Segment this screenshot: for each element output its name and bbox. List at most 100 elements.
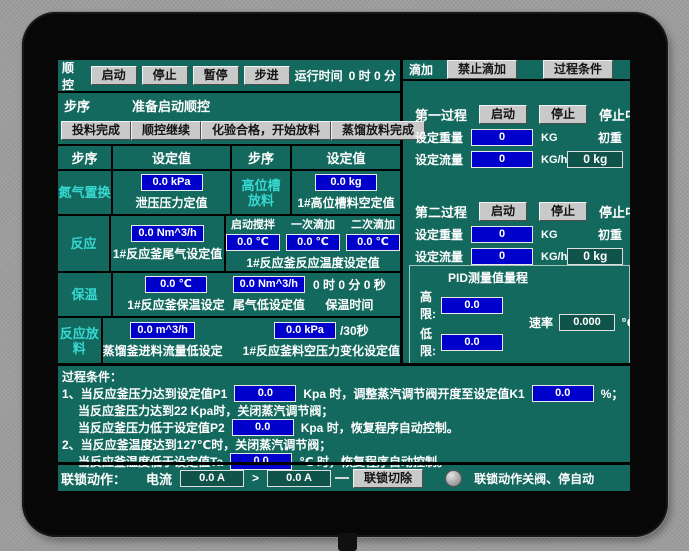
row-label-heat-hold: 保温 [58,273,113,317]
step-status-row: 步序 准备启动顺控 [58,93,400,117]
start-button[interactable]: 启动 [90,66,137,85]
process1-flow-label: 设定流量 [415,153,464,167]
process2-weight-field[interactable]: 0 [471,226,534,243]
process1-panel: 第一过程 启动 停止 停止中 设定重量 0 KG 初重 设定流量 0 K [403,105,630,168]
heat-hold-group: 0.0 ℃ 1#反应釜保温设定 0.0 Nm^3/h 尾气低设定值 0 时 0 … [113,276,400,313]
process1-weight-label: 设定重量 [415,131,464,145]
cell-relief-pressure: 0.0 kPa 泄压压力定值 [113,171,232,215]
process1-weight-field[interactable]: 0 [471,129,534,146]
cell-tail-gas: 0.0 Nm^3/h 1#反应釜尾气设定值 [111,216,226,272]
condition-line-1: 1、当反应釜压力达到设定值P1 0.0 Kpa 时，调整蒸汽调节阀开度至设定值K… [62,385,626,402]
step-button[interactable]: 步进 [243,66,290,85]
table-row: 保温 0.0 ℃ 1#反应釜保温设定 0.0 Nm^3/h 尾气低设定值 0 时… [58,273,400,319]
right-section: 滴加 禁止滴加 过程条件 第一过程 启动 停止 停止中 设定重量 0 KG [403,60,630,363]
second-drip-temp-field[interactable]: 0.0 ℃ [346,234,400,252]
head-tank-empty-setpoint-field[interactable]: 0.0 kg [315,174,377,192]
pid-range-panel: PID测量值量程 高限: 0.0 低限: 0.0 速率 0.000 ℃ [409,265,630,363]
relief-pressure-setpoint-field[interactable]: 0.0 kPa [140,174,203,192]
drip-label: 滴加 [409,63,434,77]
process1-initial-weight-display: 0 kg [567,151,624,168]
second-drip-group: 二次滴加 0.0 ℃ [346,216,400,252]
condition3-suffix: Kpa 时，恢复程序自动控制。 [300,421,459,435]
interlock-label: 联锁动作： [61,471,127,487]
forbid-drip-button[interactable]: 禁止滴加 [447,60,518,79]
interlock-cutout-button[interactable]: 联锁切除 [353,468,424,488]
process1-title-row: 第一过程 启动 停止 停止中 [403,105,630,124]
distill-feed-flow-caption: 蒸馏釜进料流量低设定 [102,344,223,359]
pid-low-label: 低限: [420,327,436,358]
hold-time-caption: 保温时间 [325,298,374,313]
process2-panel: 第二过程 启动 停止 停止中 设定重量 0 KG 初重 设定流量 0 K [403,202,630,265]
interlock-note: 联锁动作关阀、停自动 [474,471,595,486]
drip-control-bar: 滴加 禁止滴加 过程条件 [403,60,630,81]
pid-low-row: 低限: 0.0 [420,325,503,359]
condition-line-3: 当反应釜压力低于设定值P2 0.0 Kpa 时，恢复程序自动控制。 [62,419,626,436]
step-status-value: 准备启动顺控 [132,98,211,114]
empty-pressure-row: 0.0 kPa /30秒 [273,322,369,340]
first-drip-temp-field[interactable]: 0.0 ℃ [286,234,340,252]
reaction-temp-caption: 1#反应釜反应温度设定值 [246,256,380,271]
sequence-control-label: 顺控 [62,60,75,92]
monitor-overlay: 顺控 启动 停止 暂停 步进 运行时间 0 时 0 分 步序 准备启动顺控 投料… [22,12,668,537]
hold-time-group: 0 时 0 分 0 秒 保温时间 [313,276,386,313]
condition-line-2: 当反应釜压力达到22 Kpa时，关闭蒸汽调节阀； [78,404,334,418]
p1-pressure-setpoint-field[interactable]: 0.0 [234,385,297,402]
feed-done-button[interactable]: 投料完成 [61,121,132,140]
interlock-indicator-lamp [445,469,463,487]
test-ok-discharge-button[interactable]: 化验合格，开始放料 [201,121,332,140]
process1-flow-field[interactable]: 0 [471,151,534,168]
process1-weight-row: 设定重量 0 KG 初重 [403,129,630,146]
second-drip-label: 二次滴加 [351,219,395,232]
discharge-group: 0.0 m^3/h 蒸馏釜进料流量低设定 0.0 kPa /30秒 1#反应釜料… [103,322,400,359]
row-label-reaction: 反应 [58,216,112,272]
condition1-suffix: %； [600,387,624,401]
header-setvalue-2: 设定值 [326,151,366,166]
process1-weight-unit: KG [541,131,558,144]
step-setpoint-table: 步序 设定值 步序 设定值 氮气置换 0.0 kPa 泄压压力定值 高位槽 放料… [58,144,400,364]
process1-stop-button[interactable]: 停止 [539,105,588,124]
process1-initial-label: 初重 [597,131,622,145]
p2-pressure-setpoint-field[interactable]: 0.0 [231,419,294,436]
runtime-value: 0 时 0 分 [348,69,396,83]
header-step-2: 步序 [232,146,292,169]
hold-temp-setpoint-field[interactable]: 0.0 ℃ [144,276,207,294]
distill-feed-flow-low-field[interactable]: 0.0 m^3/h [130,322,195,340]
condition1-mid: Kpa 时，调整蒸汽调节阀开度至设定值K1 [303,387,525,401]
tail-gas-setpoint-field[interactable]: 0.0 Nm^3/h [131,225,204,243]
per-30s-suffix: /30秒 [339,324,369,339]
process1-title: 第一过程 [415,108,468,123]
process-conditions-button[interactable]: 过程条件 [543,60,614,79]
process2-stop-button[interactable]: 停止 [539,202,588,221]
process1-start-button[interactable]: 启动 [479,105,528,124]
connector-line [335,477,350,479]
pid-high-row: 高限: 0.0 [420,288,503,322]
current-limit-display: 0.0 A [267,469,332,487]
stop-button[interactable]: 停止 [141,66,188,85]
empty-pressure-change-field[interactable]: 0.0 kPa [273,322,336,340]
empty-pressure-change-caption: 1#反应釜料空压力变化设定值 [242,344,400,359]
pid-rate-display: 0.000 [559,314,615,331]
empty-pressure-change-group: 0.0 kPa /30秒 1#反应釜料空压力变化设定值 [243,322,400,359]
process2-flow-field[interactable]: 0 [471,248,534,265]
row-label-reaction-discharge: 反应放料 [58,318,103,364]
pause-button[interactable]: 暂停 [192,66,239,85]
process-conditions-section: 过程条件： 1、当反应釜压力达到设定值P1 0.0 Kpa 时，调整蒸汽调节阀开… [58,363,630,470]
process2-weight-row: 设定重量 0 KG 初重 [403,226,630,243]
pid-range-title: PID测量值量程 [448,271,529,285]
table-header-row: 步序 设定值 步序 设定值 [58,146,400,171]
header-step: 步序 [58,146,113,169]
process2-title-row: 第二过程 启动 停止 停止中 [403,202,630,221]
k1-valve-open-setpoint-field[interactable]: 0.0 [531,385,594,402]
process2-start-button[interactable]: 启动 [479,202,528,221]
sequence-continue-button[interactable]: 顺控继续 [131,121,202,140]
hold-temp-group: 0.0 ℃ 1#反应釜保温设定 [127,276,225,313]
table-row: 反应放料 0.0 m^3/h 蒸馏釜进料流量低设定 0.0 kPa /30秒 1… [58,318,400,364]
process2-flow-label: 设定流量 [415,250,464,264]
pid-low-field[interactable]: 0.0 [440,333,503,351]
pid-rate-group: 速率 0.000 ℃/m [529,314,630,331]
pid-high-field[interactable]: 0.0 [440,296,503,314]
stir-start-temp-field[interactable]: 0.0 ℃ [226,234,280,252]
left-section: 顺控 启动 停止 暂停 步进 运行时间 0 时 0 分 步序 准备启动顺控 投料… [58,60,426,364]
tail-gas-low-setpoint-field[interactable]: 0.0 Nm^3/h [232,276,306,294]
step-status-label: 步序 [64,98,91,114]
